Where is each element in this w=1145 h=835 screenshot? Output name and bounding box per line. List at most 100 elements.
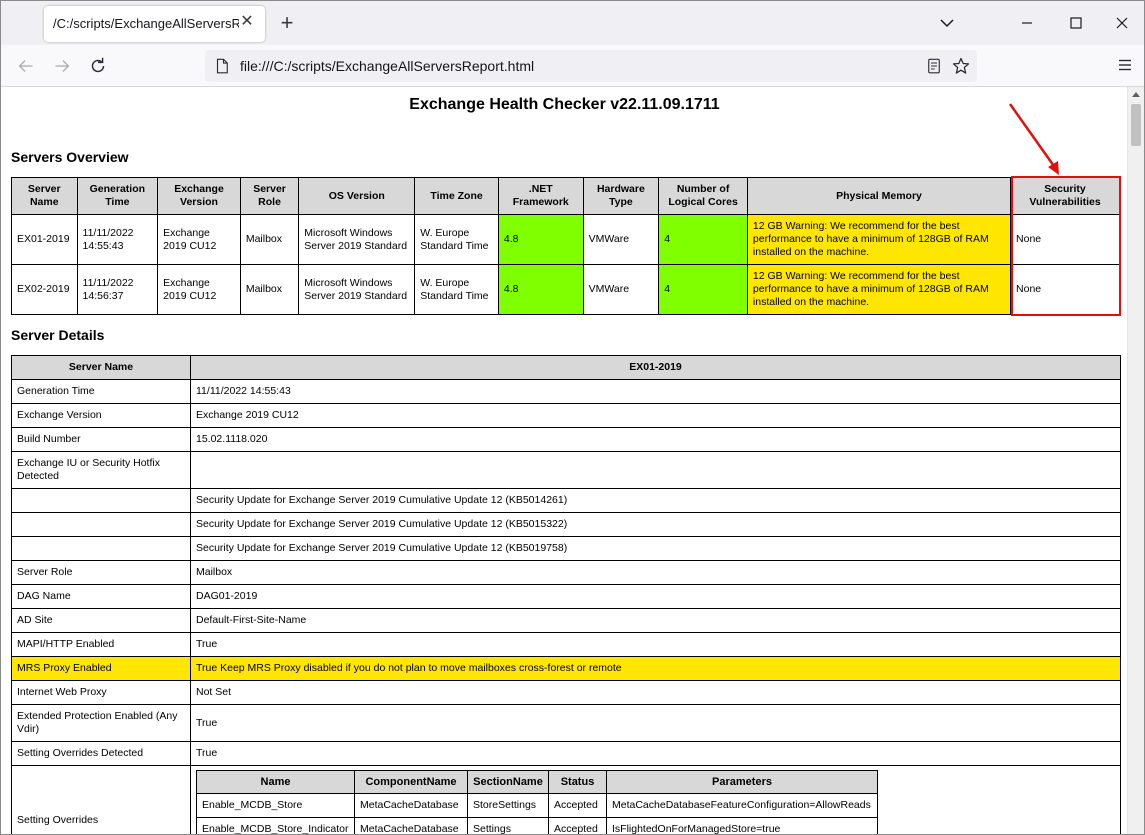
reload-icon[interactable]	[86, 55, 110, 77]
table-row: EX01-2019 11/11/2022 14:55:43 Exchange 2…	[11, 214, 1120, 265]
page-content: Exchange Health Checker v22.11.09.1711 S…	[1, 87, 1128, 834]
table-row: Exchange IU or Security Hotfix Detected	[11, 451, 1121, 489]
col-hardware-type: Hardware Type	[582, 177, 660, 215]
detail-label: Setting Overrides Detected	[11, 741, 191, 766]
reader-view-icon[interactable]	[925, 57, 943, 75]
server-details-title: Server Details	[11, 327, 105, 343]
detail-value: Security Update for Exchange Server 2019…	[190, 512, 1121, 537]
details-header-value: EX01-2019	[190, 355, 1121, 380]
detail-label: Exchange Version	[11, 403, 191, 428]
tab-list-chevron-icon[interactable]	[935, 11, 959, 35]
page-icon	[216, 58, 228, 74]
scrollbar-thumb[interactable]	[1131, 104, 1141, 146]
details-header-label: Server Name	[11, 355, 191, 380]
report-title: Exchange Health Checker v22.11.09.1711	[409, 96, 720, 113]
override-name-cell: Enable_MCDB_Store	[196, 793, 355, 818]
override-name-cell: Enable_MCDB_Store_Indicator	[196, 817, 355, 834]
server-role-cell: Mailbox	[239, 264, 300, 315]
detail-value: Default-First-Site-Name	[190, 608, 1121, 633]
net-framework-cell: 4.8	[497, 264, 584, 315]
col-security-vulnerabilities: Security Vulnerabilities	[1010, 177, 1120, 215]
browser-tab[interactable]: /C:/scripts/ExchangeAllServersRepor ✕	[44, 6, 265, 42]
bookmark-star-icon[interactable]	[951, 56, 971, 76]
table-row: Build Number 15.02.1118.020	[11, 427, 1121, 452]
detail-value: 11/11/2022 14:55:43	[190, 379, 1121, 404]
overview-header-row: Server Name Generation Time Exchange Ver…	[11, 177, 1120, 215]
tab-bar: /C:/scripts/ExchangeAllServersRepor ✕ +	[1, 1, 1144, 45]
detail-label: Extended Protection Enabled (Any Vdir)	[11, 704, 191, 742]
close-tab-icon[interactable]: ✕	[237, 12, 257, 32]
minimize-icon[interactable]	[1015, 11, 1039, 35]
hardware-type-cell: VMWare	[582, 214, 660, 265]
maximize-icon[interactable]	[1064, 11, 1088, 35]
detail-value: Mailbox	[190, 560, 1121, 585]
security-vulnerabilities-cell: None	[1010, 264, 1120, 315]
col-section-name: SectionName	[467, 770, 549, 794]
col-logical-cores: Number of Logical Cores	[658, 177, 748, 215]
detail-value: Exchange 2019 CU12	[190, 403, 1121, 428]
override-status-cell: Accepted	[548, 817, 607, 834]
tab-title: /C:/scripts/ExchangeAllServersRepor	[53, 16, 239, 31]
logical-cores-cell: 4	[658, 264, 748, 315]
os-version-cell: Microsoft Windows Server 2019 Standard	[298, 264, 416, 315]
server-role-cell: Mailbox	[239, 214, 300, 265]
time-zone-cell: W. Europe Standard Time	[414, 214, 499, 265]
scroll-up-arrow-icon[interactable]	[1132, 92, 1140, 97]
close-window-icon[interactable]	[1110, 11, 1134, 35]
detail-value: True	[190, 741, 1121, 766]
col-parameters: Parameters	[606, 770, 878, 794]
col-status: Status	[548, 770, 607, 794]
navigation-toolbar: file:///C:/scripts/ExchangeAllServersRep…	[1, 45, 1144, 87]
servers-overview-table: Server Name Generation Time Exchange Ver…	[11, 177, 1120, 315]
address-bar[interactable]: file:///C:/scripts/ExchangeAllServersRep…	[205, 50, 977, 82]
detail-value: True	[190, 632, 1121, 657]
table-row: Internet Web Proxy Not Set	[11, 680, 1121, 705]
detail-value: DAG01-2019	[190, 584, 1121, 609]
generation-time-cell: 11/11/2022 14:55:43	[76, 214, 159, 265]
table-row: Setting Overrides Name ComponentName Sec…	[11, 765, 1121, 834]
col-physical-memory: Physical Memory	[746, 177, 1012, 215]
generation-time-cell: 11/11/2022 14:56:37	[76, 264, 159, 315]
server-name-cell: EX01-2019	[11, 214, 78, 265]
col-time-zone: Time Zone	[414, 177, 499, 215]
col-os-version: OS Version	[298, 177, 416, 215]
col-exchange-version: Exchange Version	[157, 177, 241, 215]
back-icon[interactable]	[14, 55, 38, 77]
table-row: DAG Name DAG01-2019	[11, 584, 1121, 609]
detail-label: MRS Proxy Enabled	[11, 656, 191, 681]
col-server-name: Server Name	[11, 177, 78, 215]
details-header-row: Server Name EX01-2019	[11, 355, 1121, 380]
logical-cores-cell: 4	[658, 214, 748, 265]
forward-icon[interactable]	[50, 55, 74, 77]
exchange-version-cell: Exchange 2019 CU12	[157, 264, 241, 315]
overrides-header-row: Name ComponentName SectionName Status Pa…	[196, 770, 878, 794]
detail-value: Security Update for Exchange Server 2019…	[190, 488, 1121, 513]
detail-label	[11, 488, 191, 513]
override-status-cell: Accepted	[548, 793, 607, 818]
override-section-cell: StoreSettings	[467, 793, 549, 818]
detail-label	[11, 536, 191, 561]
net-framework-cell: 4.8	[497, 214, 584, 265]
table-row: Security Update for Exchange Server 2019…	[11, 512, 1121, 537]
col-server-role: Server Role	[239, 177, 300, 215]
setting-overrides-table: Name ComponentName SectionName Status Pa…	[196, 770, 878, 834]
detail-value: True Keep MRS Proxy disabled if you do n…	[190, 656, 1121, 681]
server-name-cell: EX02-2019	[11, 264, 78, 315]
detail-value: True	[190, 704, 1121, 742]
table-row: Setting Overrides Detected True	[11, 741, 1121, 766]
override-section-cell: Settings	[467, 817, 549, 834]
server-details-table: Server Name EX01-2019 Generation Time 11…	[11, 355, 1121, 834]
vertical-scrollbar[interactable]	[1127, 87, 1144, 834]
table-row: MRS Proxy Enabled True Keep MRS Proxy di…	[11, 656, 1121, 681]
detail-value: Security Update for Exchange Server 2019…	[190, 536, 1121, 561]
url-text: file:///C:/scripts/ExchangeAllServersRep…	[240, 58, 535, 74]
time-zone-cell: W. Europe Standard Time	[414, 264, 499, 315]
menu-icon[interactable]	[1118, 58, 1132, 72]
detail-value: Not Set	[190, 680, 1121, 705]
table-row: Exchange Version Exchange 2019 CU12	[11, 403, 1121, 428]
physical-memory-cell: 12 GB Warning: We recommend for the best…	[746, 264, 1012, 315]
col-generation-time: Generation Time	[76, 177, 159, 215]
servers-overview-title: Servers Overview	[11, 149, 129, 165]
new-tab-button[interactable]: +	[277, 12, 297, 34]
col-name: Name	[196, 770, 355, 794]
